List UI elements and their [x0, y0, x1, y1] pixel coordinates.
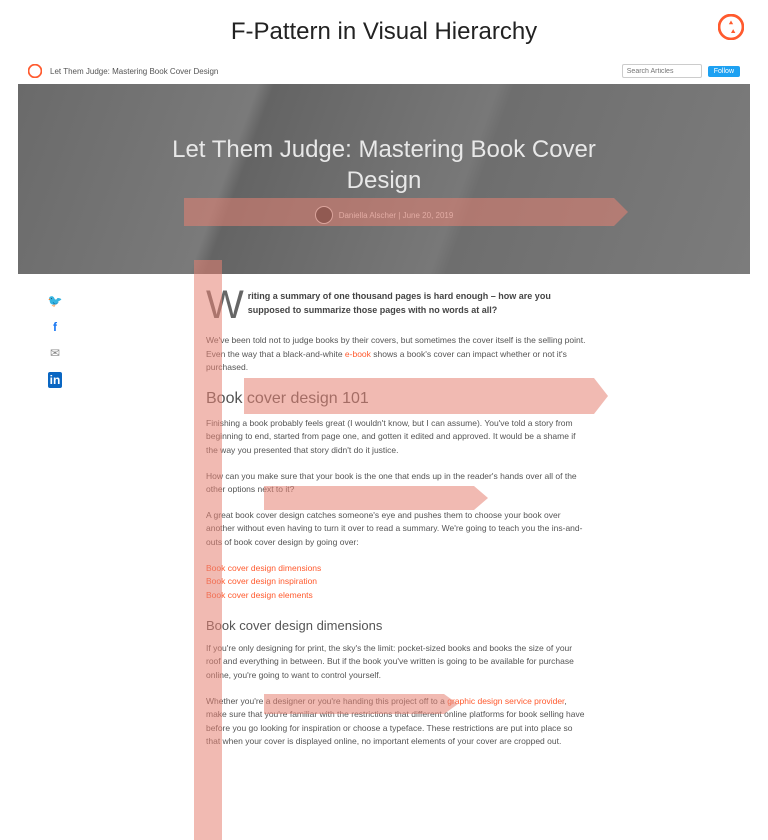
email-icon[interactable]: ✉	[50, 346, 60, 360]
paragraph-3: How can you make sure that your book is …	[206, 470, 586, 497]
avatar	[315, 206, 333, 224]
ebook-link[interactable]: e-book	[345, 349, 371, 359]
hero-title-line2: Design	[172, 165, 596, 196]
lede-text: riting a summary of one thousand pages i…	[248, 288, 586, 322]
dropcap: W	[206, 288, 244, 322]
lede: W riting a summary of one thousand pages…	[206, 288, 586, 322]
paragraph-6: Whether you're a designer or you're hand…	[206, 695, 586, 749]
publish-date: June 20, 2019	[403, 211, 454, 220]
facebook-icon[interactable]: f	[53, 320, 57, 334]
g2-logo-small-icon	[28, 64, 42, 78]
paragraph-2: Finishing a book probably feels great (I…	[206, 417, 586, 458]
follow-button[interactable]: Follow	[708, 66, 740, 77]
p6a: Whether you're a designer or you're hand…	[206, 696, 447, 706]
design-provider-link[interactable]: graphic design service provider	[447, 696, 564, 706]
paragraph-intro: We've been told not to judge books by th…	[206, 334, 586, 375]
heading-dimensions: Book cover design dimensions	[206, 616, 586, 636]
heading-101: Book cover design 101	[206, 387, 586, 411]
byline: Daniella Alscher | June 20, 2019	[315, 206, 454, 224]
article-body: W riting a summary of one thousand pages…	[206, 288, 586, 761]
hero-title: Let Them Judge: Mastering Book Cover Des…	[172, 134, 596, 196]
toc-link-elements[interactable]: Book cover design elements	[206, 589, 586, 603]
breadcrumb: Let Them Judge: Mastering Book Cover Des…	[50, 67, 218, 76]
toc-link-dimensions[interactable]: Book cover design dimensions	[206, 562, 586, 576]
hero-title-line1: Let Them Judge: Mastering Book Cover	[172, 134, 596, 165]
paragraph-5: If you're only designing for print, the …	[206, 642, 586, 683]
search-input[interactable]	[622, 64, 702, 78]
article-topbar: Let Them Judge: Mastering Book Cover Des…	[18, 58, 750, 84]
article-frame: Let Them Judge: Mastering Book Cover Des…	[18, 58, 750, 761]
g2-logo-icon	[718, 14, 744, 40]
toc-link-inspiration[interactable]: Book cover design inspiration	[206, 575, 586, 589]
linkedin-icon[interactable]: in	[48, 372, 63, 388]
author-name: Daniella Alscher	[339, 211, 396, 220]
page-title: F-Pattern in Visual Hierarchy	[0, 0, 768, 58]
hero-banner: Let Them Judge: Mastering Book Cover Des…	[18, 84, 750, 274]
paragraph-4: A great book cover design catches someon…	[206, 509, 586, 550]
toc-list: Book cover design dimensions Book cover …	[206, 562, 586, 603]
social-share-column: 🐦 f ✉ in	[40, 288, 70, 761]
twitter-icon[interactable]: 🐦	[48, 294, 63, 308]
